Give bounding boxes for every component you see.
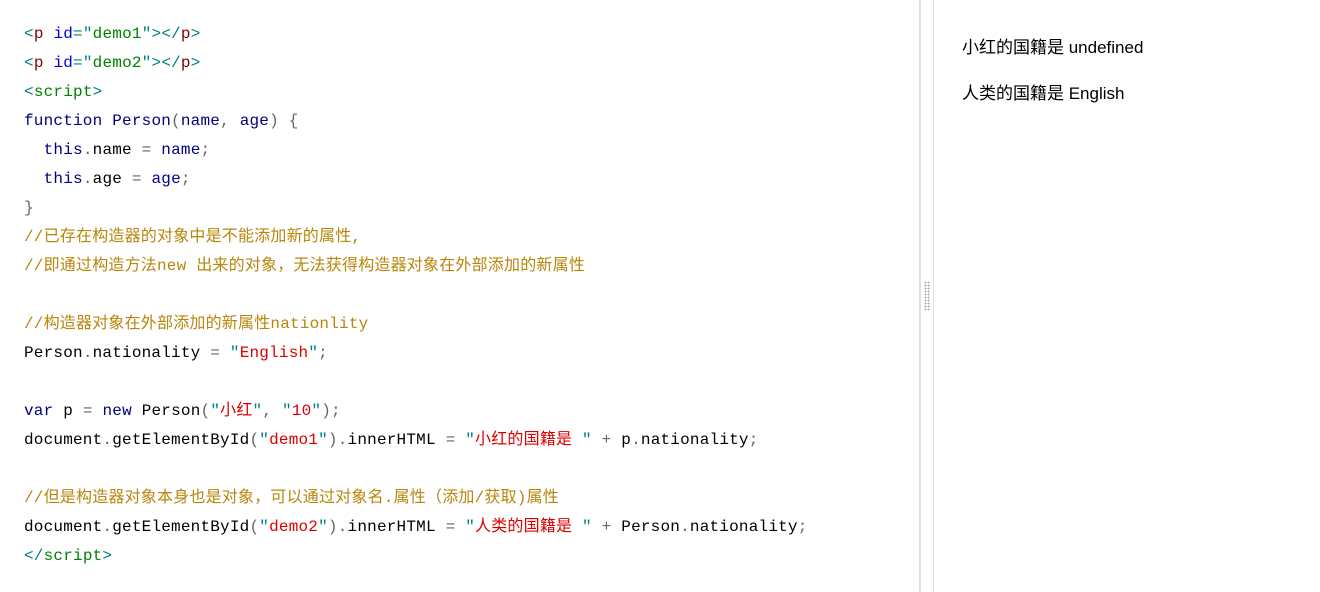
code-line: Person.nationality = "English"; [24,339,919,368]
code-line: //已存在构造器的对象中是不能添加新的属性, [24,223,919,252]
code-line: this.name = name; [24,136,919,165]
code-line: var p = new Person("小红", "10"); [24,397,919,426]
code-line: <script> [24,78,919,107]
code-line: <p id="demo1"></p> [24,20,919,49]
grip-icon [924,281,930,311]
code-line: //但是构造器对象本身也是对象，可以通过对象名.属性（添加/获取)属性 [24,484,919,513]
output-text: 小红的国籍是 undefined [962,36,1292,60]
panel-resize-handle[interactable] [920,0,934,592]
code-line: //即通过构造方法new 出来的对象，无法获得构造器对象在外部添加的新属性 [24,252,919,281]
code-line: <p id="demo2"></p> [24,49,919,78]
code-line: document.getElementById("demo2").innerHT… [24,513,919,542]
code-line [24,455,919,484]
code-line: //构造器对象在外部添加的新属性nationlity [24,310,919,339]
output-text: 人类的国籍是 English [962,82,1292,106]
code-line: function Person(name, age) { [24,107,919,136]
code-line: document.getElementById("demo1").innerHT… [24,426,919,455]
code-line: this.age = age; [24,165,919,194]
code-editor-panel[interactable]: <p id="demo1"></p> <p id="demo2"></p> <s… [0,0,920,592]
code-line: </script> [24,542,919,571]
output-preview-panel: 小红的国籍是 undefined 人类的国籍是 English [934,0,1320,592]
code-line [24,281,919,310]
code-line: } [24,194,919,223]
code-line [24,368,919,397]
